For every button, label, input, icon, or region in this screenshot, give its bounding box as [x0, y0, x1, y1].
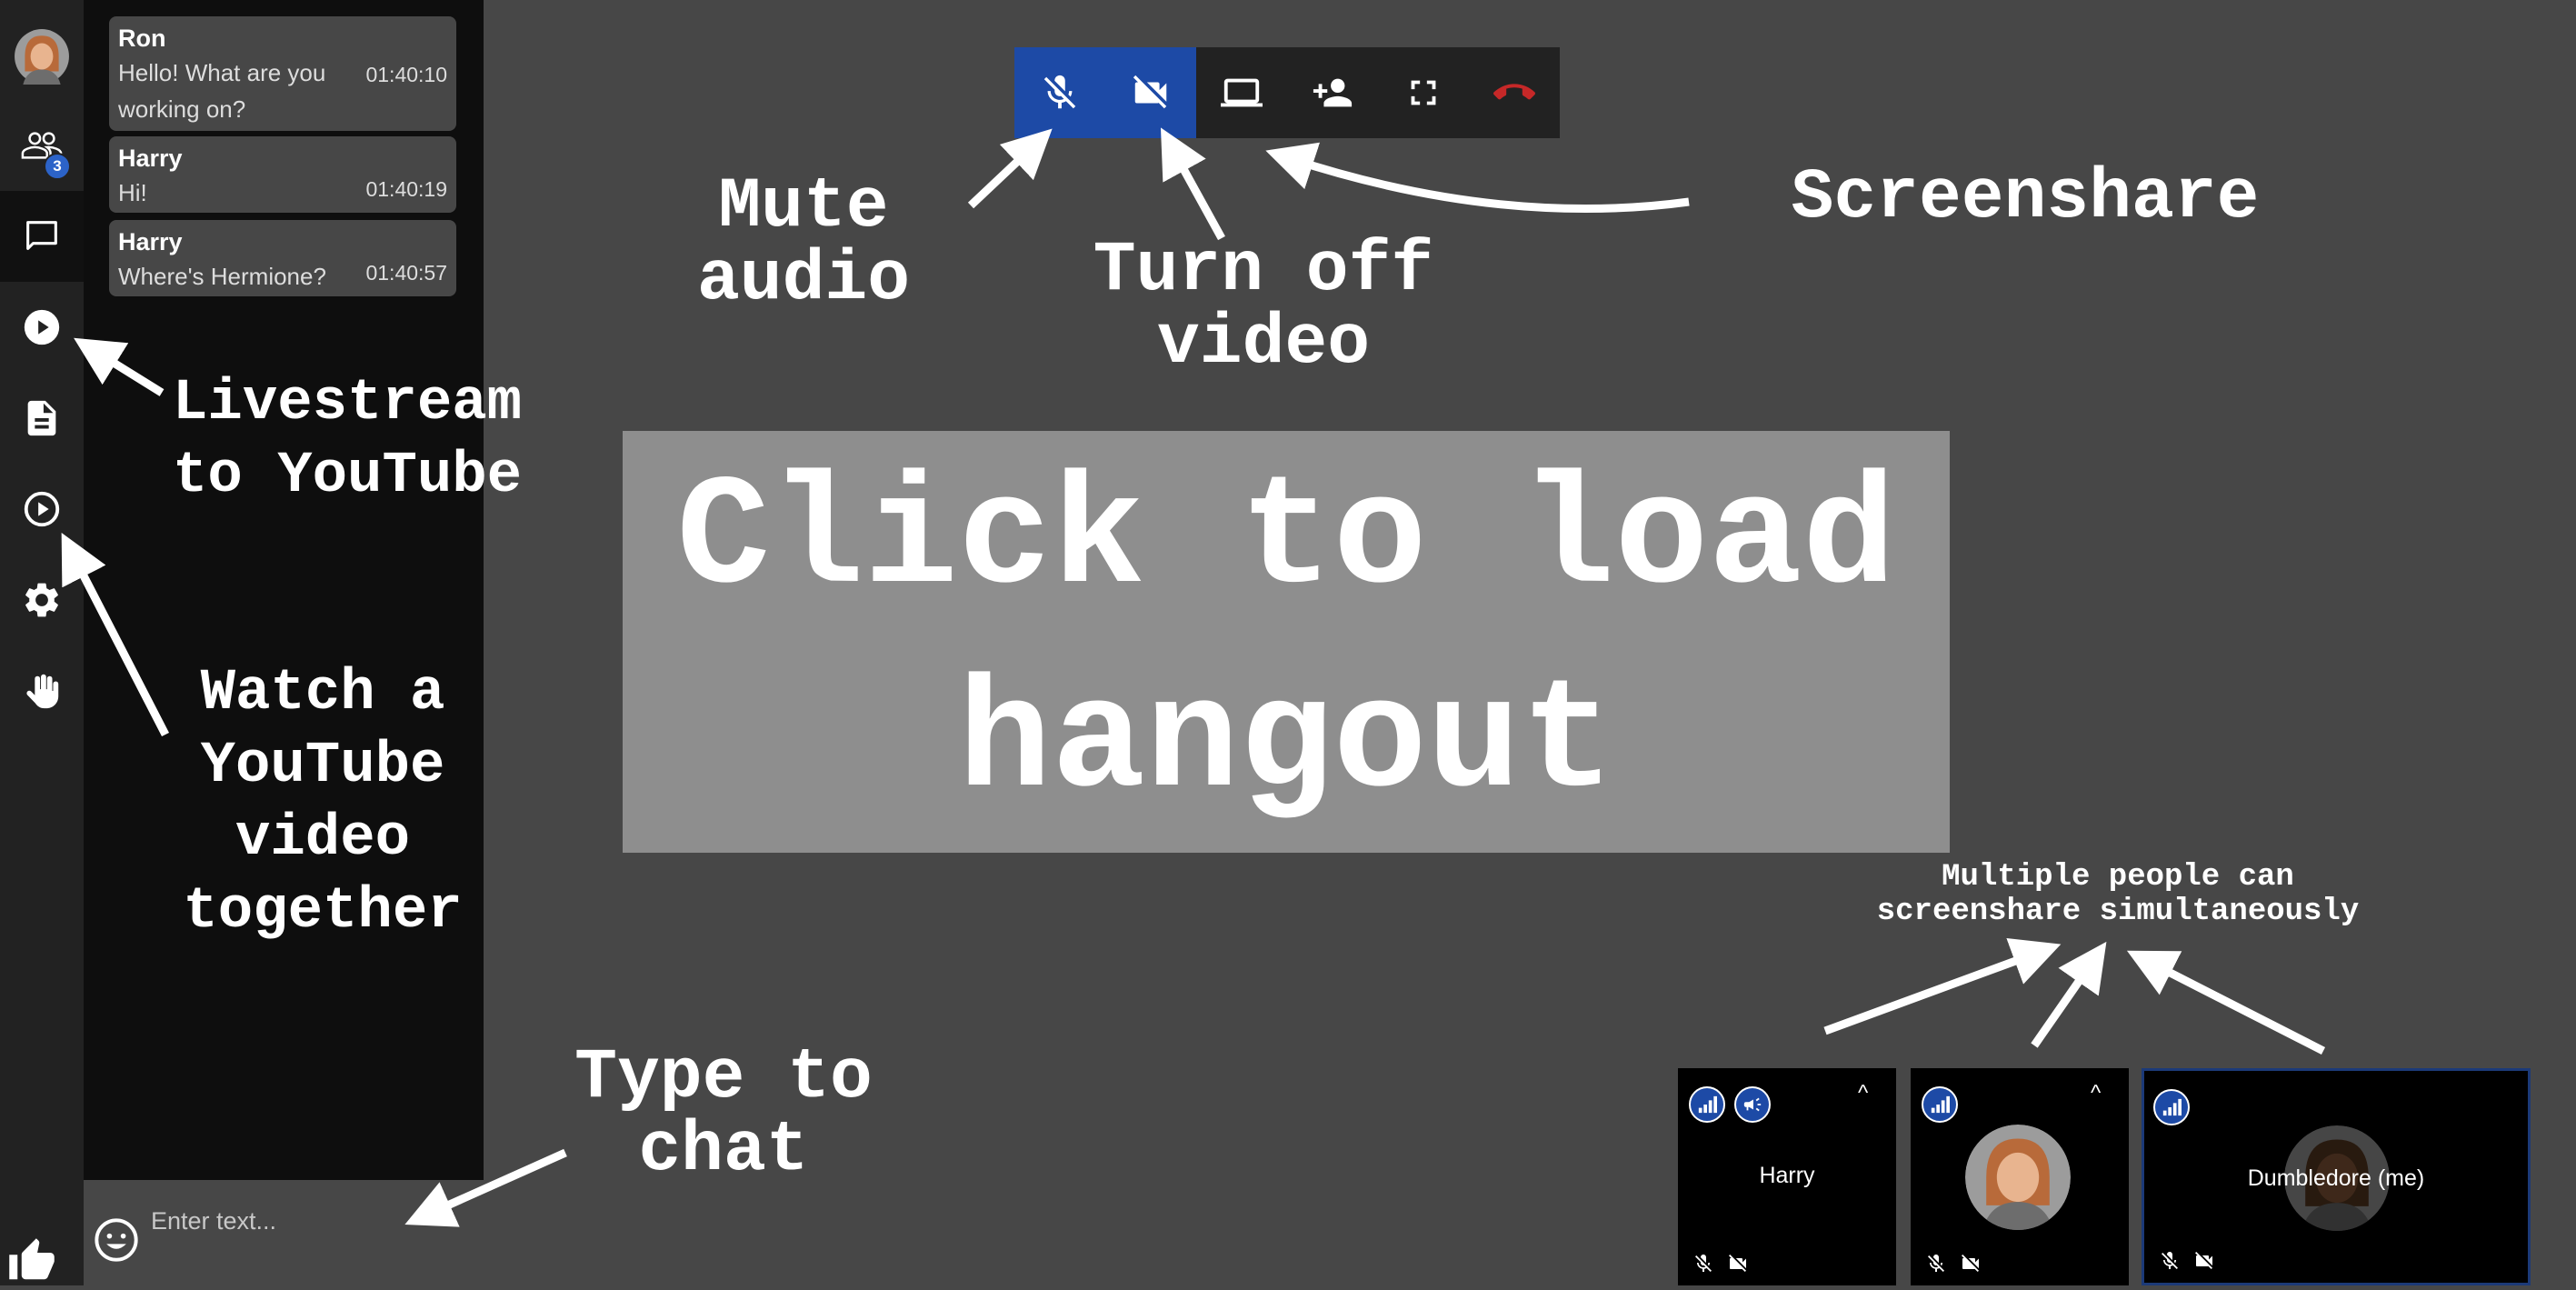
tile-menu-caret[interactable]: ^: [2091, 1081, 2101, 1106]
livestream-icon: [24, 309, 60, 345]
tile-name: Dumbledore (me): [2247, 1165, 2425, 1191]
arrow-mute-audio: [967, 128, 1053, 209]
message-time: 01:40:10: [365, 63, 447, 86]
hangup-button[interactable]: [1469, 47, 1560, 138]
mic-off-icon: [2162, 1252, 2178, 1269]
message-text: Hello! What are you working on?: [118, 59, 326, 123]
participant-tile-self[interactable]: Dumbledore (me): [2142, 1068, 2531, 1285]
load-hangout-label: Click to load hangout: [676, 451, 1896, 832]
chat-panel: Ron Hello! What are you working on? 01:4…: [84, 0, 484, 1285]
signal-icon: [1922, 1086, 1958, 1123]
avatar-icon: [15, 29, 69, 85]
document-button[interactable]: [0, 373, 84, 464]
message-text: Hi!: [118, 179, 147, 206]
load-hangout-button[interactable]: Click to load hangout: [623, 431, 1950, 853]
annotation-watch-youtube: Watch a YouTube video together: [183, 661, 463, 945]
emoji-button[interactable]: [93, 1216, 140, 1264]
participant-tile[interactable]: ^: [1911, 1068, 2129, 1285]
screenshare-button[interactable]: [1196, 47, 1287, 138]
fullscreen-icon: [1411, 80, 1436, 105]
livestream-button[interactable]: [0, 282, 84, 373]
annotation-mute-audio: Mute audio: [696, 167, 911, 320]
tile-status-icons: [1692, 1253, 1749, 1275]
chat-message: Ron Hello! What are you working on? 01:4…: [109, 16, 456, 131]
chat-icon: [26, 221, 57, 250]
participant-tile[interactable]: ^ Harry: [1678, 1068, 1896, 1285]
megaphone-icon: [1734, 1086, 1771, 1123]
message-time: 01:40:57: [365, 261, 447, 285]
tile-status-icons: [2159, 1250, 2215, 1272]
annotation-livestream: Livestream to YouTube: [173, 371, 523, 509]
mic-off-icon: [1695, 1255, 1712, 1272]
add-person-icon: [1313, 78, 1353, 107]
user-avatar[interactable]: [0, 11, 84, 102]
youtube-play-icon: [24, 491, 60, 527]
participant-avatar: [1965, 1125, 2071, 1230]
video-off-icon: [1133, 75, 1167, 109]
tile-menu-caret[interactable]: ^: [1858, 1081, 1868, 1106]
arrow-tile-1: [1823, 937, 2062, 1035]
screenshare-icon: [1221, 78, 1263, 107]
tile-status-icons: [1925, 1253, 1982, 1275]
thumbs-up-button[interactable]: [7, 1236, 62, 1285]
video-off-button[interactable]: [1105, 47, 1196, 138]
chat-message: Harry Where's Hermione? 01:40:57: [109, 220, 456, 296]
chat-input[interactable]: [149, 1200, 462, 1242]
chat-button[interactable]: [0, 191, 84, 282]
arrow-tile-3: [2126, 950, 2326, 1055]
mute-audio-button[interactable]: [1014, 47, 1105, 138]
fullscreen-button[interactable]: [1378, 47, 1469, 138]
message-author: Harry: [118, 145, 183, 172]
thumbs-up-icon: [9, 1238, 55, 1280]
sidebar-rail: 3: [0, 0, 84, 1285]
video-off-icon: [1729, 1255, 1746, 1272]
settings-button[interactable]: [0, 555, 84, 645]
signal-icon: [1689, 1086, 1725, 1123]
message-author: Harry: [118, 228, 183, 255]
tile-name: Harry: [1759, 1163, 1815, 1188]
raise-hand-button[interactable]: [0, 645, 84, 736]
mic-off-icon: [1928, 1255, 1944, 1272]
video-off-icon: [2195, 1252, 2212, 1269]
watch-youtube-button[interactable]: [0, 464, 84, 555]
participants-button[interactable]: [0, 100, 84, 191]
annotation-screenshare: Screenshare: [1791, 158, 2260, 238]
raise-hand-icon: [26, 674, 59, 709]
annotation-multiple-screenshare: Multiple people can screenshare simultan…: [1876, 860, 2360, 929]
annotation-turn-off-video: Turn off video: [1093, 231, 1434, 384]
chat-message: Harry Hi! 01:40:19: [109, 136, 456, 213]
arrow-video-off: [1160, 127, 1225, 241]
chat-input-bar: [84, 1180, 484, 1285]
signal-icon: [2153, 1089, 2190, 1125]
message-author: Ron: [118, 25, 166, 52]
participant-count-badge: 3: [44, 153, 71, 180]
gear-icon: [25, 583, 58, 617]
add-person-button[interactable]: [1287, 47, 1378, 138]
call-toolbar: [1014, 47, 1560, 138]
mic-off-icon: [1043, 75, 1076, 109]
arrow-tile-2: [2031, 941, 2107, 1048]
hangup-icon: [1493, 84, 1535, 100]
annotation-type-to-chat: Type to chat: [574, 1038, 873, 1191]
arrow-screenshare: [1265, 142, 1690, 214]
message-time: 01:40:19: [365, 177, 447, 201]
document-icon: [27, 400, 56, 436]
message-text: Where's Hermione?: [118, 263, 326, 290]
video-off-icon: [1962, 1255, 1979, 1272]
emoji-icon: [95, 1218, 138, 1262]
avatar-icon: [1965, 1125, 2071, 1230]
